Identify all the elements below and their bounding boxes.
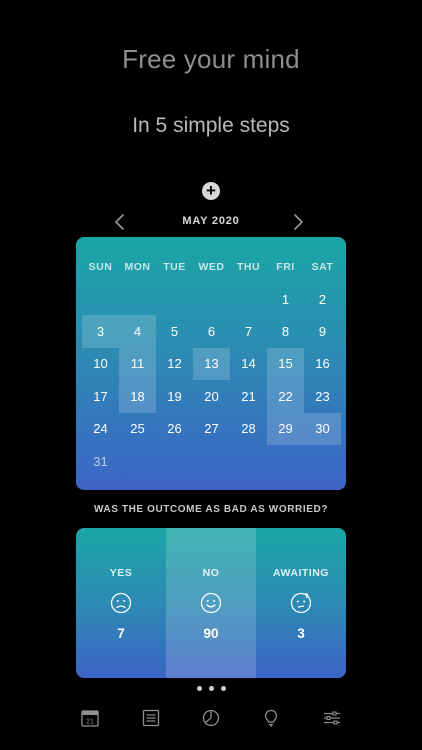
calendar-day[interactable]: 12 [156, 348, 193, 380]
calendar-day[interactable]: 4 [119, 315, 156, 348]
calendar-day[interactable]: 6 [193, 315, 230, 347]
empty-day-cell [119, 283, 156, 315]
tab-list[interactable] [139, 706, 163, 730]
calendar-day[interactable]: 11 [119, 347, 156, 381]
calendar-day[interactable]: 26 [156, 413, 193, 445]
calendar-icon-day: 21 [86, 719, 94, 726]
calendar-day[interactable]: 3 [82, 315, 119, 348]
page-dot[interactable] [220, 686, 226, 691]
empty-day-cell [156, 445, 193, 477]
calendar-day[interactable]: 17 [82, 380, 119, 412]
outcome-label: YES [109, 567, 133, 579]
empty-day-cell [267, 445, 304, 477]
calendar-day[interactable]: 14 [230, 348, 267, 380]
weekday-label: SAT [311, 261, 334, 273]
calendar-icon: 21 [81, 710, 99, 727]
calendar-day[interactable]: 21 [230, 380, 267, 412]
outcome-option-awaiting[interactable]: AWAITING 3 [256, 528, 346, 678]
calendar-days-grid: 1 2 3 4 5 6 7 8 9 10 11 12 13 14 15 16 17 18 19 20 21 22 23 24 2… [82, 283, 341, 477]
outcome-label: AWAITING [273, 567, 329, 579]
list-icon [142, 709, 159, 727]
page-dot[interactable] [208, 686, 214, 691]
outcome-question: WAS THE OUTCOME AS BAD AS WORRIED? [93, 504, 329, 515]
empty-day-cell [230, 283, 267, 315]
calendar-day[interactable]: 22 [267, 380, 304, 413]
empty-day-cell [230, 445, 267, 477]
calendar-day[interactable]: 30 [304, 412, 341, 445]
empty-day-cell [304, 445, 341, 477]
sliders-icon [323, 711, 340, 725]
calendar-day[interactable]: 1 [267, 283, 304, 315]
page-indicator [0, 686, 422, 691]
tab-calendar[interactable]: 21 [78, 706, 102, 730]
calendar-day[interactable]: 15 [267, 347, 304, 381]
pie-chart-icon [202, 709, 220, 727]
empty-day-cell [119, 445, 156, 477]
empty-day-cell [82, 283, 119, 315]
calendar-day[interactable]: 13 [193, 347, 230, 381]
outcome-option-no[interactable]: NO 90 [166, 528, 256, 678]
calendar-day[interactable]: 5 [156, 315, 193, 347]
add-button[interactable]: + [202, 182, 220, 200]
tab-settings[interactable] [320, 706, 344, 730]
calendar-day[interactable]: 27 [193, 413, 230, 445]
calendar-day[interactable]: 10 [82, 348, 119, 380]
calendar-day[interactable]: 25 [119, 413, 156, 445]
calendar-day[interactable]: 18 [119, 380, 156, 413]
calendar-day[interactable]: 29 [267, 412, 304, 445]
weekday-label: SUN [88, 261, 113, 273]
calendar-day[interactable]: 23 [304, 380, 341, 412]
outcome-count: 90 [203, 626, 219, 641]
calendar-day[interactable]: 7 [230, 315, 267, 347]
outcome-label: NO [202, 567, 220, 579]
empty-day-cell [193, 445, 230, 477]
sad-face-icon [110, 592, 132, 614]
empty-day-cell [156, 283, 193, 315]
tab-bar: 21 [0, 706, 422, 736]
question-face-icon [290, 592, 312, 614]
page-subtitle: In 5 simple steps [132, 114, 290, 137]
outcome-count: 7 [117, 626, 125, 641]
weekday-header: SUN MON TUE WED THU FRI SAT [82, 261, 341, 273]
weekday-label: TUE [163, 261, 186, 273]
empty-day-cell [193, 283, 230, 315]
tab-insights[interactable] [259, 706, 283, 730]
outcome-option-yes[interactable]: YES 7 [76, 528, 166, 678]
chevron-right-icon[interactable] [288, 212, 308, 232]
calendar-day[interactable]: 20 [193, 380, 230, 412]
weekday-label: THU [236, 261, 261, 273]
calendar-day[interactable]: 16 [304, 348, 341, 380]
calendar-day[interactable]: 28 [230, 413, 267, 445]
weekday-label: FRI [276, 261, 295, 273]
calendar-card: SUN MON TUE WED THU FRI SAT 1 2 3 4 5 6 7 8 9 10 11 12 13 1… [76, 237, 346, 490]
calendar-day[interactable]: 2 [304, 283, 341, 315]
calendar-day[interactable]: 24 [82, 413, 119, 445]
month-navigation: MAY 2020 [100, 212, 322, 232]
outcome-count: 3 [297, 626, 305, 641]
calendar-day[interactable]: 31 [82, 445, 119, 477]
weekday-label: MON [124, 261, 151, 273]
calendar-day[interactable]: 8 [267, 315, 304, 347]
page-title: Free your mind [122, 44, 300, 74]
happy-face-icon [200, 592, 222, 614]
outcome-card: YES 7 NO 90 AWAITING 3 [76, 528, 346, 678]
page-dot[interactable] [196, 686, 202, 691]
tab-stats[interactable] [199, 706, 223, 730]
calendar-day[interactable]: 9 [304, 315, 341, 347]
calendar-day[interactable]: 19 [156, 380, 193, 412]
lightbulb-icon [265, 709, 278, 727]
weekday-label: WED [198, 261, 225, 273]
